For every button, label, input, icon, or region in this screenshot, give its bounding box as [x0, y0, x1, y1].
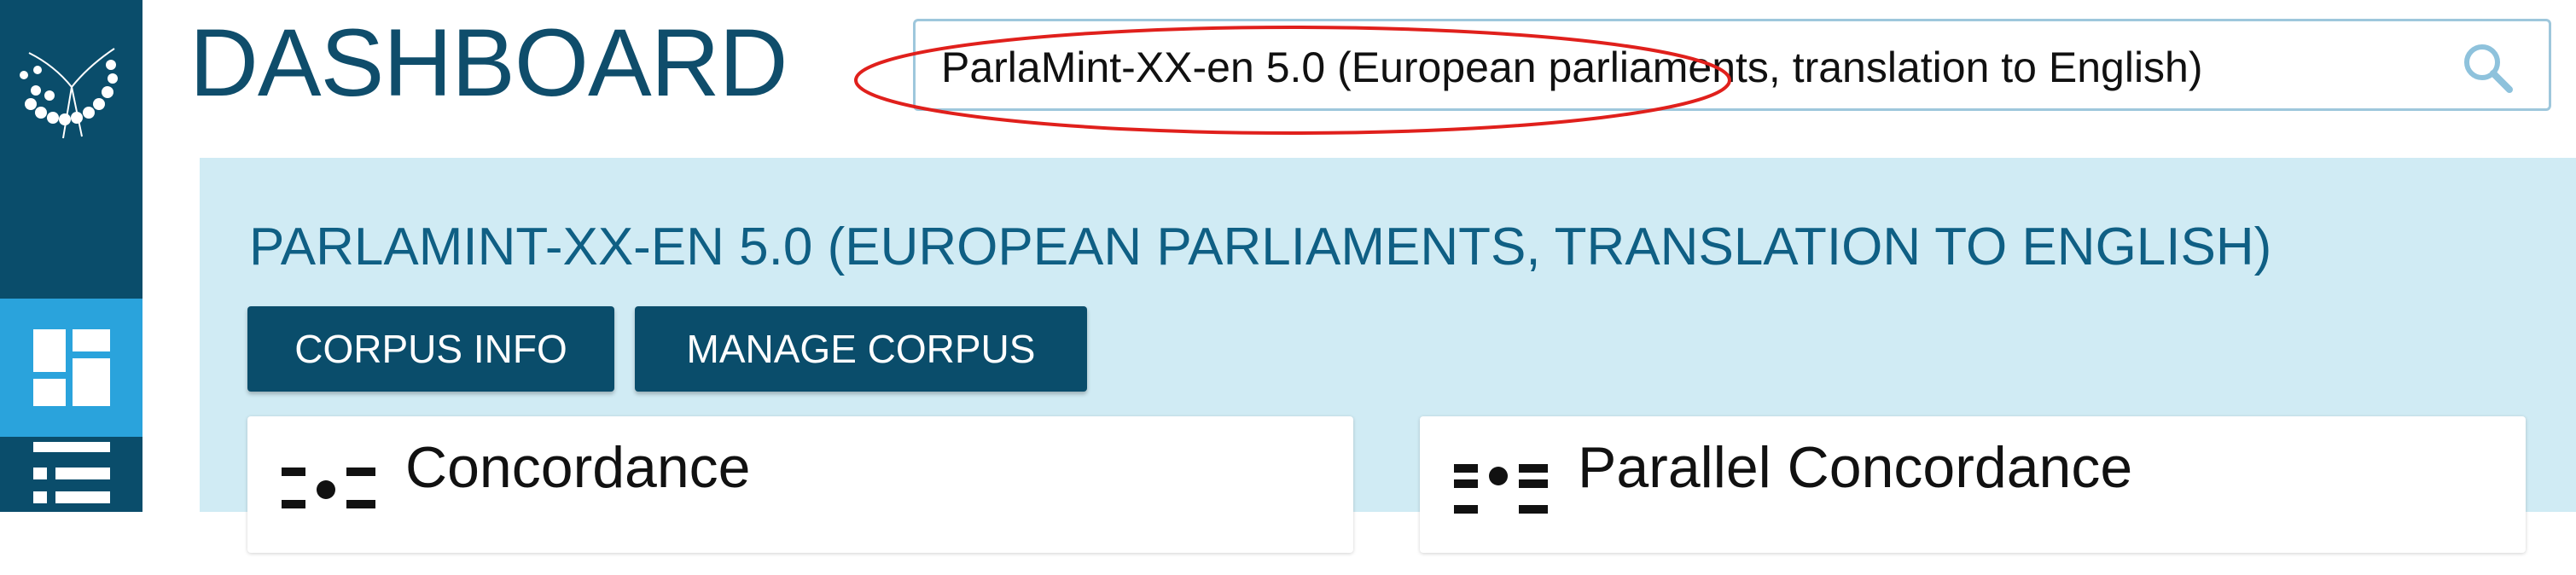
list-icon: [32, 442, 110, 503]
sidebar: [0, 0, 142, 512]
corpus-search-input[interactable]: ParlaMint-XX-en 5.0 (European parliament…: [941, 44, 2203, 91]
app-logo[interactable]: [12, 19, 131, 147]
concordance-card[interactable]: Concordance: [247, 416, 1353, 553]
corpus-panel: PARLAMINT-XX-EN 5.0 (EUROPEAN PARLIAMENT…: [200, 158, 2576, 553]
manage-corpus-button[interactable]: MANAGE CORPUS: [635, 306, 1087, 392]
corpus-search-box[interactable]: ParlaMint-XX-en 5.0 (European parliament…: [913, 19, 2551, 111]
page-title: DASHBOARD: [189, 9, 788, 116]
dashboard-icon: [32, 329, 110, 406]
corpus-info-button[interactable]: CORPUS INFO: [247, 306, 614, 392]
sidebar-item-dashboard[interactable]: [0, 299, 142, 437]
concordance-icon: [282, 468, 375, 508]
concordance-card-title: Concordance: [405, 435, 751, 500]
parallel-concordance-card-title: Parallel Concordance: [1578, 435, 2133, 500]
search-icon[interactable]: [2460, 40, 2515, 95]
corpus-heading: PARLAMINT-XX-EN 5.0 (EUROPEAN PARLIAMENT…: [249, 218, 2272, 276]
parallel-concordance-icon: [1454, 464, 1548, 514]
sidebar-item-list[interactable]: [0, 437, 142, 575]
parallel-concordance-card[interactable]: Parallel Concordance: [1420, 416, 2526, 553]
